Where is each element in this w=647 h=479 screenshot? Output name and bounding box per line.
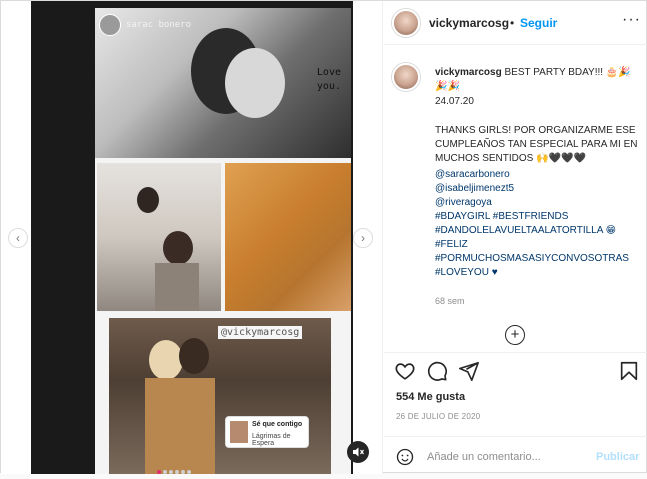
hashtag-link[interactable]: #LOVEYOU ♥ xyxy=(435,266,640,280)
mention-link[interactable]: @isabeljimenezt5 xyxy=(435,182,640,196)
story-video[interactable]: sarac bonero Love you. @vickymarcosg Sé … xyxy=(31,1,353,474)
music-thumbnail xyxy=(230,421,248,443)
likes-count[interactable]: 554 Me gusta xyxy=(396,391,465,403)
mention-link[interactable]: @riveragoya xyxy=(435,196,640,210)
caption-avatar[interactable] xyxy=(392,63,420,91)
carousel-dot xyxy=(181,470,185,474)
chevron-left-icon[interactable]: ‹ xyxy=(8,228,28,248)
follow-button[interactable]: Seguir xyxy=(520,16,557,30)
carousel-dot xyxy=(175,470,179,474)
caption-emoji-2: 🎉🎉 xyxy=(435,81,460,92)
comment-icon[interactable] xyxy=(426,360,448,382)
story-username: sarac bonero xyxy=(126,20,192,30)
story-handle-tag: @vickymarcosg xyxy=(218,326,303,339)
post-media: sarac bonero Love you. @vickymarcosg Sé … xyxy=(1,1,383,474)
carousel-dot xyxy=(157,470,161,474)
story-user-avatar xyxy=(99,14,121,36)
comment-input[interactable] xyxy=(427,448,587,466)
caption-body: THANKS GIRLS! POR ORGANIZARME ESE CUMPLE… xyxy=(435,125,638,164)
photo-amber-blur xyxy=(225,163,351,311)
carousel-dot xyxy=(169,470,173,474)
caption-emoji: 🎂🎉 xyxy=(605,67,631,78)
publish-button[interactable]: Publicar xyxy=(596,451,639,463)
photo-hairdresser xyxy=(97,163,221,311)
add-comment-bar: Publicar xyxy=(384,436,647,474)
comments-area: vickymarcosg BEST PARTY BDAY!!! 🎂🎉 🎉🎉 24… xyxy=(384,46,647,351)
avatar[interactable] xyxy=(392,9,420,37)
love-you-text: Love you. xyxy=(316,67,341,92)
post-date: 26 DE JULIO DE 2020 xyxy=(396,412,481,421)
music-title: Sé que contigo xyxy=(252,421,303,428)
carousel-dot xyxy=(163,470,167,474)
chevron-right-icon[interactable]: › xyxy=(353,228,373,248)
smile-icon[interactable] xyxy=(396,448,414,466)
photo-mirror-selfie xyxy=(109,318,331,474)
caption-text: BEST PARTY BDAY!!! xyxy=(504,67,604,78)
hashtag-link[interactable]: #PORMUCHOSMASASIYCONVOSOTRAS xyxy=(435,252,640,266)
mention-link[interactable]: @saracarbonero xyxy=(435,168,640,182)
hashtag-link[interactable]: #BDAYGIRL #BESTFRIENDS xyxy=(435,210,640,224)
photo-black-and-white: sarac bonero Love you. xyxy=(95,8,351,158)
carousel-dot xyxy=(187,470,191,474)
separator-dot: • xyxy=(510,16,515,30)
action-bar xyxy=(384,352,647,388)
carousel-dots xyxy=(157,461,193,474)
bookmark-icon[interactable] xyxy=(618,360,640,382)
post-header: vickymarcosg • Seguir ··· xyxy=(384,1,647,45)
caption-username[interactable]: vickymarcosg xyxy=(435,67,502,78)
story-collage: sarac bonero Love you. @vickymarcosg Sé … xyxy=(95,8,351,474)
mute-icon[interactable] xyxy=(347,441,369,463)
post-frame: sarac bonero Love you. @vickymarcosg Sé … xyxy=(0,0,647,474)
time-ago: 68 sem xyxy=(435,296,465,306)
more-icon[interactable]: ··· xyxy=(622,11,641,29)
caption-links: @saracarbonero @isabeljimenezt5 @riverag… xyxy=(435,168,640,280)
hashtag-link[interactable]: #FELIZ xyxy=(435,238,640,252)
caption-date: 24.07.20 xyxy=(435,96,474,107)
music-artist: Lágrimas de Espera xyxy=(252,433,291,447)
hashtag-link[interactable]: #DANDOLELAVUELTAALATORTILLA 😁 xyxy=(435,224,640,238)
plus-circle-icon[interactable]: + xyxy=(505,325,525,345)
share-icon[interactable] xyxy=(458,360,480,382)
header-username[interactable]: vickymarcosg xyxy=(429,16,509,30)
caption: vickymarcosg BEST PARTY BDAY!!! 🎂🎉 🎉🎉 xyxy=(435,66,635,94)
music-sticker: Sé que contigo Lágrimas de Espera xyxy=(225,416,309,448)
heart-icon[interactable] xyxy=(394,360,416,382)
